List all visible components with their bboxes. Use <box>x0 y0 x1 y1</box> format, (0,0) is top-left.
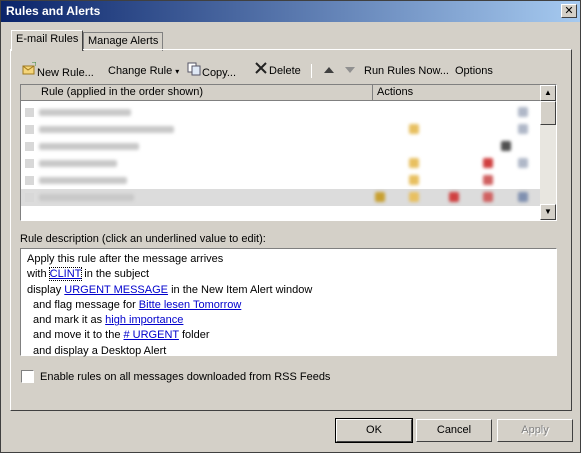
rule-name-redacted <box>39 143 139 150</box>
arrow-up-icon <box>321 62 337 80</box>
arrow-down-icon <box>342 62 358 80</box>
description-line: display URGENT MESSAGE in the New Item A… <box>27 283 550 298</box>
description-text: in the subject <box>81 268 150 281</box>
cancel-button[interactable]: Cancel <box>416 419 492 442</box>
rule-name-redacted <box>39 177 127 184</box>
rules-and-alerts-dialog: Rules and Alerts ✕ E-mail Rules Manage A… <box>0 0 581 453</box>
rules-list-scrollbar[interactable]: ▲ ▼ <box>540 85 556 220</box>
description-text: and flag message for <box>33 298 139 311</box>
rss-checkbox[interactable] <box>21 370 34 383</box>
tab-email-rules[interactable]: E-mail Rules <box>11 30 84 51</box>
copy-icon <box>186 62 202 82</box>
description-line: with CLINT in the subject <box>27 267 550 282</box>
description-line: Apply this rule after the message arrive… <box>27 252 550 267</box>
rule-description-box: Apply this rule after the message arrive… <box>20 248 557 359</box>
scroll-up-button[interactable]: ▲ <box>540 85 556 101</box>
rule-checkbox[interactable] <box>25 142 34 151</box>
rss-checkbox-label: Enable rules on all messages downloaded … <box>40 371 331 383</box>
rule-row[interactable] <box>21 121 540 138</box>
description-line: and move it to the # URGENT folder <box>27 328 550 343</box>
description-text: Apply this rule after the message arrive… <box>27 253 224 265</box>
rule-description-label: Rule description (click an underlined va… <box>20 233 266 245</box>
copy-label: Copy... <box>202 67 237 79</box>
rule-action-icon <box>409 175 419 185</box>
delete-button[interactable]: Delete <box>253 62 301 80</box>
rule-checkbox[interactable] <box>25 125 34 134</box>
rule-action-icon <box>518 158 528 168</box>
rule-action-icon <box>409 124 419 134</box>
folder-link[interactable]: # URGENT <box>124 329 179 341</box>
rule-checkbox[interactable] <box>25 159 34 168</box>
move-up-button[interactable] <box>321 62 337 80</box>
subject-word-link[interactable]: CLINT <box>48 267 83 282</box>
new-rule-button[interactable]: New Rule... <box>21 61 94 82</box>
description-text: folder <box>178 329 210 342</box>
description-text: and move it to the <box>33 329 124 342</box>
scroll-down-button[interactable]: ▼ <box>540 204 556 220</box>
rule-checkbox[interactable] <box>25 108 34 117</box>
description-text: and display a Desktop Alert <box>33 344 167 357</box>
column-header-actions[interactable]: Actions <box>374 85 413 101</box>
rule-action-icon <box>518 192 528 202</box>
description-text: display <box>27 283 65 296</box>
description-text: in the New Item Alert window <box>168 283 313 296</box>
move-down-button[interactable] <box>342 62 358 80</box>
ok-button[interactable]: OK <box>335 418 413 443</box>
rule-row[interactable] <box>21 155 540 172</box>
rule-row[interactable] <box>21 104 540 121</box>
importance-link[interactable]: high importance <box>105 314 183 326</box>
apply-button[interactable]: Apply <box>497 419 573 442</box>
rule-action-icon <box>483 175 493 185</box>
rule-row[interactable] <box>21 172 540 189</box>
options-button[interactable]: Options <box>455 62 493 80</box>
delete-label: Delete <box>269 65 301 77</box>
description-line: and mark it as high importance <box>27 313 550 328</box>
scroll-thumb[interactable] <box>540 101 556 125</box>
rule-row[interactable] <box>21 138 540 155</box>
rule-action-icon <box>449 192 459 202</box>
rule-action-icon <box>518 107 528 117</box>
rule-name-redacted <box>39 194 134 201</box>
rules-list-header: Rule (applied in the order shown) Action… <box>21 85 540 101</box>
new-rule-icon <box>21 61 37 82</box>
rule-name-redacted <box>39 109 131 116</box>
rule-action-icon <box>483 192 493 202</box>
run-rules-now-button[interactable]: Run Rules Now... <box>364 62 449 80</box>
description-text: with <box>27 268 50 281</box>
rule-name-redacted <box>39 160 117 167</box>
description-line: and display a Desktop Alert <box>27 344 550 359</box>
rss-rules-option[interactable]: Enable rules on all messages downloaded … <box>21 370 330 383</box>
delete-x-icon <box>253 62 269 80</box>
new-rule-label: New Rule... <box>37 67 94 79</box>
close-button[interactable]: ✕ <box>561 4 577 18</box>
rule-checkbox[interactable] <box>25 193 34 202</box>
rule-action-icon <box>518 124 528 134</box>
rule-action-icon <box>409 158 419 168</box>
alert-message-link[interactable]: URGENT MESSAGE <box>64 284 168 296</box>
change-rule-label: Change Rule <box>108 65 173 77</box>
description-line: and flag message for Bitte lesen Tomorro… <box>27 298 550 313</box>
toolbar-separator <box>311 64 312 78</box>
rule-row-selected[interactable] <box>21 189 540 206</box>
title-bar: Rules and Alerts ✕ <box>1 1 580 22</box>
copy-button[interactable]: Copy... <box>186 62 236 80</box>
window-title: Rules and Alerts <box>6 4 101 18</box>
change-rule-button[interactable]: Change Rule ▾ <box>108 62 179 80</box>
email-rules-panel: New Rule... Change Rule ▾ Copy... Delete <box>10 49 572 411</box>
column-header-rule[interactable]: Rule (applied in the order shown) <box>21 85 373 101</box>
rule-name-redacted <box>39 126 174 133</box>
description-text: and mark it as <box>33 314 106 327</box>
rules-list[interactable]: Rule (applied in the order shown) Action… <box>20 84 557 221</box>
rule-action-icon <box>501 141 511 151</box>
rule-action-icon <box>483 158 493 168</box>
flag-link[interactable]: Bitte lesen Tomorrow <box>139 299 242 311</box>
dropdown-arrow-icon: ▾ <box>175 67 180 76</box>
rule-action-icon <box>409 192 419 202</box>
rule-checkbox[interactable] <box>25 176 34 185</box>
rule-action-icon <box>375 192 385 202</box>
